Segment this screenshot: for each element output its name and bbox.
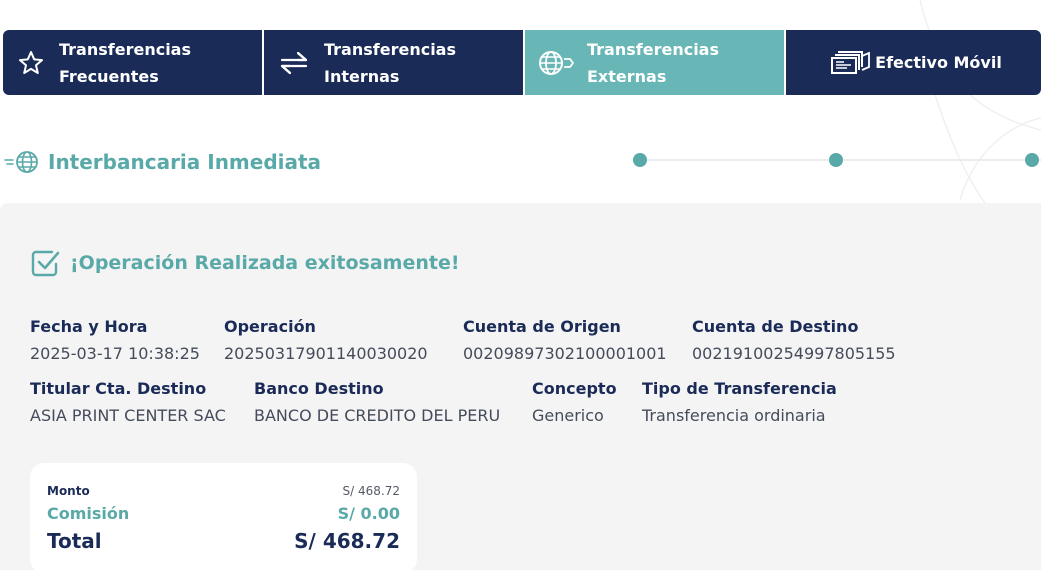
field-cuenta-origen: Cuenta de Origen 00209897302100001001: [463, 317, 667, 364]
step-dot-1: [633, 153, 647, 167]
section-header: Interbancaria Inmediata: [4, 146, 321, 178]
step-dot-2: [829, 153, 843, 167]
transfer-type-tabs: Transferencias Frecuentes Transferencias…: [3, 30, 1041, 95]
globe-transfer-icon: [525, 48, 587, 78]
comision-value: S/ 0.00: [337, 504, 400, 523]
field-label: Titular Cta. Destino: [30, 379, 207, 398]
field-cuenta-destino: Cuenta de Destino 00219100254997805155: [692, 317, 896, 364]
swap-arrows-icon: [264, 49, 324, 77]
section-title: Interbancaria Inmediata: [48, 150, 322, 174]
step-dot-3: [1025, 153, 1039, 167]
monto-value: S/ 468.72: [342, 484, 400, 498]
summary-row-total: Total S/ 468.72: [47, 529, 400, 553]
field-label: Cuenta de Destino: [692, 317, 859, 336]
field-tipo-transferencia: Tipo de Transferencia Transferencia ordi…: [642, 379, 837, 426]
total-label: Total: [47, 529, 102, 553]
tab-label: Transferencias Externas: [587, 39, 719, 86]
globe-fast-icon: [4, 149, 40, 175]
total-value: S/ 468.72: [294, 529, 400, 553]
field-label: Operación: [224, 317, 316, 336]
summary-row-monto: Monto S/ 468.72: [47, 484, 400, 498]
field-concepto: Concepto Generico: [532, 379, 617, 426]
star-icon: [3, 49, 59, 77]
field-label: Fecha y Hora: [30, 317, 148, 336]
field-label: Cuenta de Origen: [463, 317, 621, 336]
field-value: ASIA PRINT CENTER SAC: [30, 406, 226, 425]
comision-label: Comisión: [47, 504, 130, 523]
field-label: Concepto: [532, 379, 617, 398]
field-value: Transferencia ordinaria: [642, 406, 826, 425]
tab-transferencias-internas[interactable]: Transferencias Internas: [262, 30, 523, 95]
tab-label: Transferencias Internas: [324, 39, 456, 86]
progress-stepper: [630, 150, 1041, 170]
field-label: Tipo de Transferencia: [642, 379, 837, 398]
tab-efectivo-movil[interactable]: Efectivo Móvil: [784, 30, 1041, 95]
field-fecha-hora: Fecha y Hora 2025-03-17 10:38:25: [30, 317, 200, 364]
monto-label: Monto: [47, 484, 90, 498]
tab-transferencias-frecuentes[interactable]: Transferencias Frecuentes: [3, 30, 262, 95]
check-square-icon: [30, 248, 60, 278]
field-value: BANCO DE CREDITO DEL PERU: [254, 406, 501, 425]
tab-label: Efectivo Móvil: [875, 53, 1002, 72]
tab-transferencias-externas[interactable]: Transferencias Externas: [523, 30, 784, 95]
field-titular-destino: Titular Cta. Destino ASIA PRINT CENTER S…: [30, 379, 226, 426]
summary-row-comision: Comisión S/ 0.00: [47, 504, 400, 523]
field-value: 2025-03-17 10:38:25: [30, 344, 200, 363]
field-label: Banco Destino: [254, 379, 384, 398]
success-message: ¡Operación Realizada exitosamente!: [70, 252, 460, 274]
field-value: Generico: [532, 406, 604, 425]
field-value: 00219100254997805155: [692, 344, 896, 363]
field-value: 20250317901140030020: [224, 344, 428, 363]
tab-label: Transferencias Frecuentes: [59, 39, 191, 86]
cash-bills-icon: [825, 50, 875, 76]
amount-summary: Monto S/ 468.72 Comisión S/ 0.00 Total S…: [30, 463, 417, 573]
result-card: ¡Operación Realizada exitosamente! Fecha…: [0, 203, 1041, 573]
field-operacion: Operación 20250317901140030020: [224, 317, 428, 364]
success-banner: ¡Operación Realizada exitosamente!: [30, 248, 460, 278]
field-banco-destino: Banco Destino BANCO DE CREDITO DEL PERU: [254, 379, 500, 426]
field-value: 00209897302100001001: [463, 344, 667, 363]
